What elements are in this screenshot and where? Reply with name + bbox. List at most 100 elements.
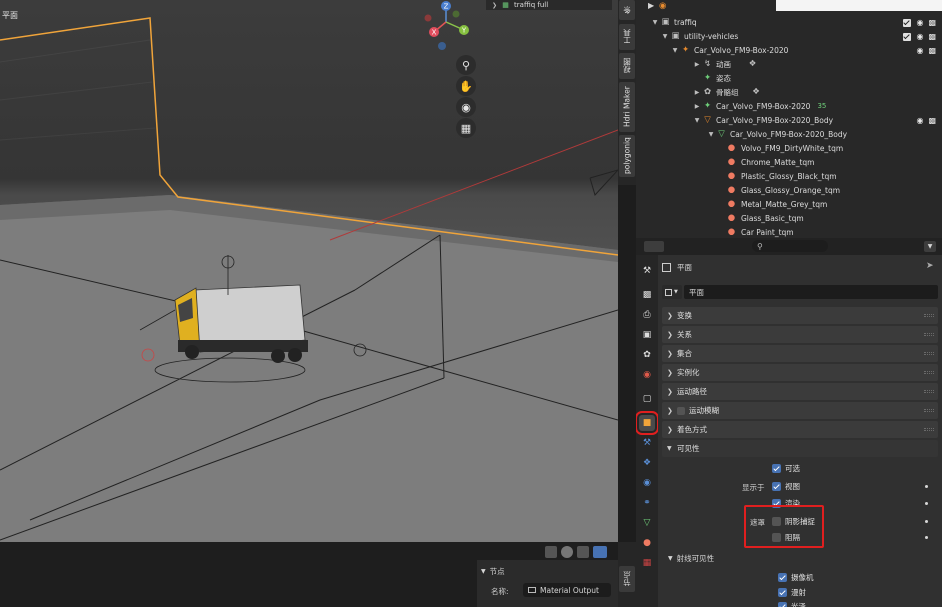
- data-mesh-icon[interactable]: ▽: [639, 515, 655, 531]
- tab-polygoniq[interactable]: polygoniq: [619, 135, 635, 177]
- render-camera-icon[interactable]: ▩: [928, 46, 936, 55]
- eye-icon[interactable]: ◉: [916, 46, 923, 55]
- outliner-row-material[interactable]: ● Plastic_Glossy_Black_tqm: [636, 169, 942, 183]
- overlay-icon[interactable]: [561, 546, 573, 558]
- outliner-row-material[interactable]: ● Glass_Glossy_Orange_tqm: [636, 183, 942, 197]
- panel-motion-blur[interactable]: ❯ 运动模糊: [662, 402, 938, 419]
- outliner-row-utility-vehicles[interactable]: ▼ ▣ utility-vehicles ◉ ▩: [636, 29, 942, 43]
- ray-diffuse-row[interactable]: 漫射: [778, 587, 806, 598]
- outliner-row-material[interactable]: ● Car Paint_tqm: [636, 225, 942, 238]
- modifier-wrench-icon[interactable]: ⚒: [639, 435, 655, 451]
- holdout-row[interactable]: 阻隔: [772, 532, 800, 543]
- outliner-top-item[interactable]: traffiq full: [514, 1, 548, 9]
- hand-pan-icon[interactable]: ✋: [456, 76, 476, 96]
- show-viewport-row[interactable]: 视图: [772, 481, 800, 492]
- panel-instancing[interactable]: ❯ 实例化: [662, 364, 938, 381]
- exclude-checkbox[interactable]: [903, 33, 912, 41]
- eye-icon[interactable]: ◉: [916, 18, 923, 27]
- render-camera-icon[interactable]: ▩: [928, 18, 936, 27]
- outliner-clipped-row[interactable]: ▶ ◉: [648, 0, 788, 11]
- selectable-checkbox[interactable]: [772, 464, 781, 473]
- shadow-catcher-row[interactable]: 阴影捕捉: [772, 516, 815, 527]
- exclude-checkbox[interactable]: [903, 19, 912, 27]
- motion-blur-checkbox[interactable]: [677, 406, 685, 415]
- render-icon[interactable]: ▩: [639, 287, 655, 303]
- outliner-row-material[interactable]: ● Glass_Basic_tqm: [636, 211, 942, 225]
- outliner-row-material[interactable]: ● Metal_Matte_Grey_tqm: [636, 197, 942, 211]
- navigation-gizmo[interactable]: Z Y X: [418, 0, 474, 56]
- panel-visibility[interactable]: ▼ 可见性: [662, 440, 938, 457]
- output-icon[interactable]: ⎙: [639, 307, 655, 323]
- ray-glossy-row[interactable]: 光泽: [778, 601, 806, 607]
- properties-search-input[interactable]: ⚲: [752, 240, 828, 252]
- 3d-viewport[interactable]: 平面 Z Y X ⚲ ✋ ◉ ▦ ❯ ▦ traffiq full: [0, 0, 618, 542]
- node-name-field[interactable]: Material Output: [523, 583, 611, 597]
- ray-diffuse-checkbox[interactable]: [778, 588, 787, 597]
- texture-icon[interactable]: ▦: [639, 555, 655, 571]
- grid-icon[interactable]: ▦: [456, 118, 476, 138]
- render-camera-icon[interactable]: ▩: [928, 32, 936, 41]
- collection-icon[interactable]: ▢: [639, 391, 655, 407]
- render-preview-icon[interactable]: [593, 546, 607, 558]
- keyframe-dot[interactable]: [925, 520, 928, 523]
- panel-shading[interactable]: ❯ 着色方式: [662, 421, 938, 438]
- outliner-row-mesh-data[interactable]: ▼ ▽ Car_Volvo_FM9-Box-2020_Body: [636, 127, 942, 141]
- view-layer-icon[interactable]: ▣: [639, 327, 655, 343]
- gizmo-toggle-icon[interactable]: [577, 546, 589, 558]
- tab-view[interactable]: 视图: [619, 53, 635, 79]
- outliner[interactable]: ▶ ◉ ▼ ▣ traffiq ◉ ▩ ▼ ▣ utility-vehicles…: [636, 0, 942, 238]
- properties-editor[interactable]: ⚲ ▼ ⚒ ▩ ⎙ ▣ ✿ ◉ ▢ ■ ⚒ ❖ ◉ ⚭ ▽ ● ▦ 平面 ➤ ▼…: [636, 238, 942, 607]
- scene-icon[interactable]: ✿: [639, 347, 655, 363]
- outliner-row-animation[interactable]: ▶ ↯ 动画 ❖: [636, 57, 942, 71]
- keyframe-dot[interactable]: [925, 502, 928, 505]
- object-name-field[interactable]: 平面: [684, 285, 938, 299]
- eye-icon[interactable]: ◉: [916, 32, 923, 41]
- outliner-row-mesh-object[interactable]: ▼ ▽ Car_Volvo_FM9-Box-2020_Body ◉ ▩: [636, 113, 942, 127]
- panel-relations[interactable]: ❯ 关系: [662, 326, 938, 343]
- tab-node[interactable]: 节点: [619, 566, 635, 592]
- outliner-row-pose[interactable]: ✦ 姿态: [636, 71, 942, 85]
- outliner-row-traffiq[interactable]: ▼ ▣ traffiq ◉ ▩: [636, 15, 942, 29]
- particles-icon[interactable]: ❖: [639, 455, 655, 471]
- camera-icon[interactable]: ◉: [456, 97, 476, 117]
- shadow-catcher-checkbox[interactable]: [772, 517, 781, 526]
- tab-hdri-maker[interactable]: Hdri Maker: [619, 82, 635, 132]
- viewport-checkbox[interactable]: [772, 482, 781, 491]
- material-icon[interactable]: ●: [639, 535, 655, 551]
- editor-type-icon[interactable]: [644, 241, 664, 252]
- keyframe-dot[interactable]: [925, 536, 928, 539]
- ray-camera-row[interactable]: 摄像机: [778, 572, 814, 583]
- panel-transform[interactable]: ❯ 变换: [662, 307, 938, 324]
- render-camera-icon[interactable]: ▩: [928, 116, 936, 125]
- node-name-value: Material Output: [540, 585, 599, 595]
- subpanel-ray-visibility[interactable]: ▼ 射线可见性: [668, 550, 938, 566]
- world-icon[interactable]: ◉: [639, 367, 655, 383]
- holdout-checkbox[interactable]: [772, 533, 781, 542]
- node-section-header[interactable]: ▼ 节点: [481, 564, 614, 578]
- pin-icon[interactable]: ➤: [926, 261, 934, 271]
- outliner-row-armature-data[interactable]: ▶ ✦ Car_Volvo_FM9-Box-2020 35: [636, 99, 942, 113]
- ray-glossy-checkbox[interactable]: [778, 602, 787, 607]
- panel-collections[interactable]: ❯ 集合: [662, 345, 938, 362]
- tab-tool[interactable]: 工具: [619, 24, 635, 50]
- zoom-icon[interactable]: ⚲: [456, 55, 476, 75]
- object-properties-icon[interactable]: ■: [636, 411, 659, 435]
- eye-icon[interactable]: ◉: [916, 116, 923, 125]
- object-type-dropdown[interactable]: ▼: [662, 285, 682, 299]
- selectable-row[interactable]: 可选: [772, 463, 800, 474]
- tool-icon[interactable]: ⚒: [639, 263, 655, 279]
- outliner-row-label: Car_Volvo_FM9-Box-2020: [716, 101, 811, 111]
- tab-item[interactable]: 条: [619, 0, 635, 20]
- ray-camera-checkbox[interactable]: [778, 573, 787, 582]
- outliner-row-bone-group[interactable]: ▶ ✿ 骨骼组 ❖: [636, 85, 942, 99]
- viewport-shading-icon[interactable]: [545, 546, 557, 558]
- outliner-row-material[interactable]: ● Volvo_FM9_DirtyWhite_tqm: [636, 141, 942, 155]
- outliner-row-material[interactable]: ● Chrome_Matte_tqm: [636, 155, 942, 169]
- outliner-row-armature[interactable]: ▼ ✦ Car_Volvo_FM9-Box-2020 ◉ ▩: [636, 43, 942, 57]
- constraints-icon[interactable]: ⚭: [639, 495, 655, 511]
- chevron-down-icon[interactable]: ▼: [924, 241, 936, 252]
- physics-icon[interactable]: ◉: [639, 475, 655, 491]
- panel-motion-paths[interactable]: ❯ 运动路径: [662, 383, 938, 400]
- gizmo-z-label: Z: [444, 3, 449, 11]
- keyframe-dot[interactable]: [925, 485, 928, 488]
